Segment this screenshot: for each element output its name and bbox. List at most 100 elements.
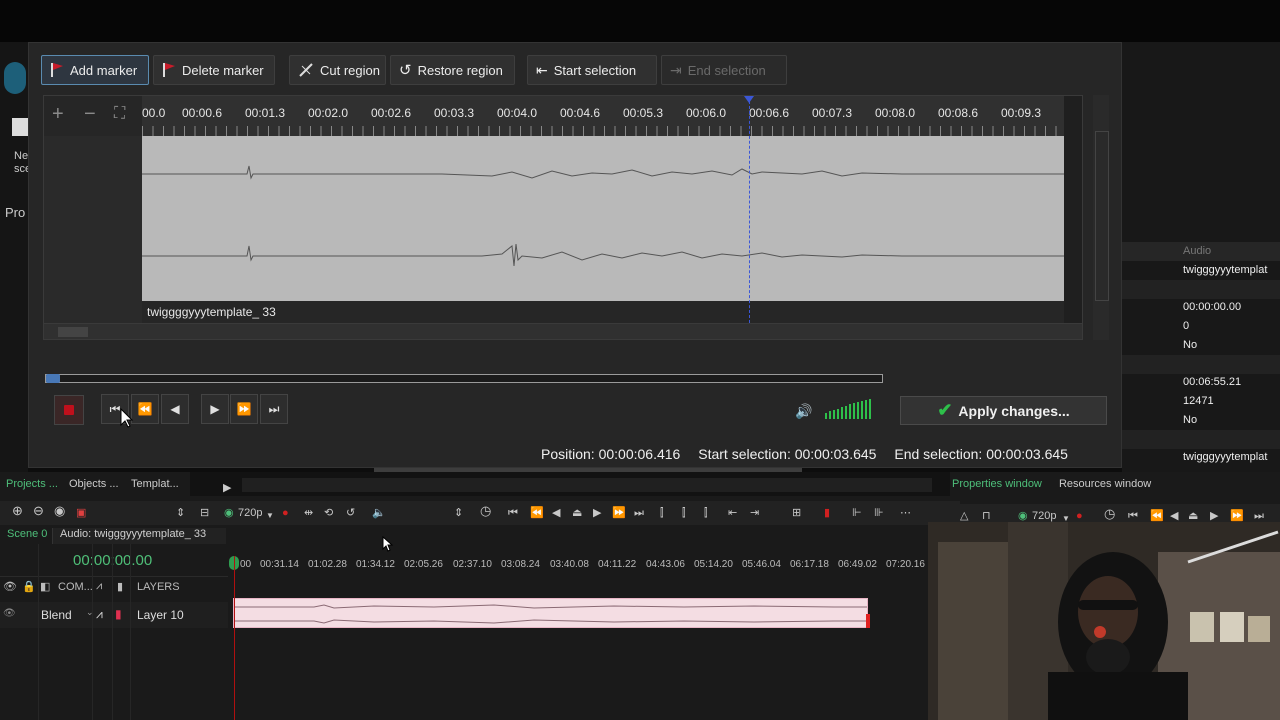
loop-icon[interactable]: ⟲ <box>324 506 333 520</box>
remove-icon[interactable]: ⊖ <box>33 504 44 518</box>
bars-icon[interactable]: ▮ <box>115 607 122 621</box>
layout-icon[interactable]: ⊞ <box>792 506 801 520</box>
expand-icon[interactable]: ⇕ <box>176 506 185 520</box>
progress-knob[interactable] <box>46 374 60 383</box>
solo-icon[interactable]: ◧ <box>40 580 50 593</box>
play-button[interactable]: ▶ <box>201 394 229 424</box>
add-icon[interactable]: ⊕ <box>12 504 23 518</box>
add-marker-button[interactable]: Add marker <box>41 55 149 85</box>
clock-icon[interactable]: ◷ <box>1104 507 1115 521</box>
restore-region-button[interactable]: ↺ Restore region <box>390 55 515 85</box>
position-readout: Position: 00:00:06.416 <box>541 446 681 462</box>
fast-forward-button[interactable]: ⏩ <box>230 394 258 424</box>
timeline-ruler[interactable]: 00 00:31.14 01:02.28 01:34.12 02:05.26 0… <box>228 556 928 574</box>
layer-row[interactable]: 👁 Blend ⌄ ⩘ ▮ Layer 10 <box>0 602 228 628</box>
undo-icon[interactable]: ↺ <box>346 506 355 520</box>
zoom-fit-icon[interactable]: ⛶ <box>114 104 125 124</box>
horizontal-scrollbar[interactable] <box>44 323 1082 339</box>
eye-icon[interactable]: 👁 <box>3 608 16 619</box>
tab-objects[interactable]: Objects ... <box>69 478 119 490</box>
tab-templates[interactable]: Templat... <box>131 478 179 490</box>
tab-audio[interactable]: Audio: twigggyyytemplate_ 33 <box>52 528 226 544</box>
rewind-icon[interactable]: ⏪ <box>1150 509 1164 523</box>
record-square-icon[interactable]: ▣ <box>76 506 86 520</box>
blend-mode-select[interactable]: Blend <box>41 608 72 622</box>
eye-icon[interactable]: ◉ <box>1018 509 1028 523</box>
lock-icon[interactable]: ⊓ <box>982 509 991 523</box>
apply-changes-button[interactable]: ✔ Apply changes... <box>900 396 1107 425</box>
property-value: 12471 <box>1183 395 1214 407</box>
audio-wave-icon[interactable]: ⩘ <box>96 607 103 622</box>
audio-clip[interactable] <box>233 598 868 628</box>
expand-vertical-icon[interactable]: ⇕ <box>454 506 463 520</box>
skip-end-icon[interactable]: ⏭ <box>634 506 644 520</box>
scrollbar-thumb[interactable] <box>58 327 88 337</box>
end-selection-button[interactable]: ⇥ End selection <box>661 55 787 85</box>
go-end-icon[interactable]: ⇥ <box>750 506 759 520</box>
resolution-select[interactable]: 720p <box>238 506 262 520</box>
record-button[interactable] <box>54 395 84 425</box>
bars-icon[interactable]: ▮ <box>117 580 123 593</box>
clock-icon[interactable]: ◷ <box>480 504 491 518</box>
rewind-button[interactable]: ⏪ <box>131 394 159 424</box>
play-icon[interactable]: ▶ <box>1210 509 1218 523</box>
cut-region-button[interactable]: Cut region <box>289 55 386 85</box>
expand-arrow-icon[interactable]: ▶ <box>223 481 231 494</box>
skip-end-icon[interactable]: ⏭ <box>1254 509 1264 523</box>
zoom-out-icon[interactable]: − <box>84 104 96 124</box>
vertical-scroll-thumb[interactable] <box>1095 131 1109 301</box>
vertical-zoom-scrollbar[interactable] <box>1093 95 1109 340</box>
playback-progress-bar[interactable] <box>45 374 883 383</box>
record-dot-icon[interactable]: ● <box>282 506 289 520</box>
step-back-icon[interactable]: ◀ <box>1170 509 1178 523</box>
audio-wave-icon[interactable]: ⩘ <box>96 580 102 593</box>
end-selection-icon: ⇥ <box>670 61 682 78</box>
skip-start-icon[interactable]: ⏮ <box>1128 509 1138 523</box>
marker-icon[interactable]: ▮ <box>824 506 830 520</box>
trim-left-icon[interactable]: ⫿ <box>660 506 664 520</box>
play-icon[interactable] <box>4 62 26 94</box>
speaker-icon[interactable]: 🔊 <box>795 403 812 420</box>
go-to-end-button[interactable]: ⏭ <box>260 394 288 424</box>
skip-start-icon[interactable]: ⏮ <box>508 506 518 520</box>
record-dot-icon[interactable]: ● <box>1076 509 1083 523</box>
play-icon[interactable]: ▶ <box>593 506 601 520</box>
fast-forward-icon[interactable]: ⏩ <box>612 506 626 520</box>
split-icon[interactable]: ⇹ <box>304 506 313 520</box>
eye-icon[interactable]: 👁 <box>3 580 17 593</box>
lock-icon[interactable]: 🔒 <box>22 580 36 593</box>
align-icon[interactable]: ⊩ <box>852 506 862 520</box>
delete-marker-button[interactable]: Delete marker <box>153 55 275 85</box>
stop-icon[interactable]: ⏏ <box>1188 509 1198 523</box>
volume-level-icon[interactable] <box>825 399 875 419</box>
timeline-toolbar: ⊕ ⊖ ◉ ▣ ⇕ ⊟ ◉ 720p ▼ ● ⇹ ⟲ ↺ 🔈 ⇕ ◷ ⏮ ⏪ ◀… <box>0 501 960 525</box>
trim-mid-icon[interactable]: ⫿ <box>682 506 686 520</box>
audio-track-icon[interactable]: ◉ <box>54 504 65 518</box>
stop-icon[interactable]: ⏏ <box>572 506 582 520</box>
tab-projects[interactable]: Projects ... <box>6 478 58 490</box>
clapperboard-icon[interactable] <box>12 118 28 136</box>
speaker-icon[interactable]: 🔈 <box>372 506 386 520</box>
fast-forward-icon[interactable]: ⏩ <box>1230 509 1244 523</box>
time-ruler[interactable]: 00.0 00:00.6 00:01.3 00:02.0 00:02.6 00:… <box>142 96 1064 136</box>
tab-resources-window[interactable]: Resources window <box>1059 478 1151 490</box>
step-back-icon[interactable]: ◀ <box>552 506 560 520</box>
eye-icon[interactable]: ◉ <box>224 506 234 520</box>
step-back-button[interactable]: ◀ <box>161 394 189 424</box>
snap-icon[interactable]: ⊟ <box>200 506 209 520</box>
chevron-down-icon[interactable]: ▼ <box>266 509 274 523</box>
distribute-icon[interactable]: ⊪ <box>874 506 884 520</box>
start-selection-button[interactable]: ⇤ Start selection <box>527 55 657 85</box>
clip-end-marker[interactable] <box>866 614 870 628</box>
zoom-in-icon[interactable]: + <box>52 104 64 124</box>
trim-right-icon[interactable]: ⫿ <box>704 506 708 520</box>
more-icon[interactable]: ⋯ <box>900 506 911 520</box>
warning-icon[interactable]: △ <box>960 509 968 523</box>
waveform-display[interactable] <box>142 136 1064 301</box>
tab-properties-window[interactable]: Properties window <box>952 478 1042 490</box>
rewind-icon[interactable]: ⏪ <box>530 506 544 520</box>
tab-scene[interactable]: Scene 0 <box>0 528 47 544</box>
go-start-icon[interactable]: ⇤ <box>728 506 737 520</box>
resolution-select-right[interactable]: 720p <box>1032 509 1056 523</box>
timeline-scrollbar[interactable] <box>242 478 932 492</box>
